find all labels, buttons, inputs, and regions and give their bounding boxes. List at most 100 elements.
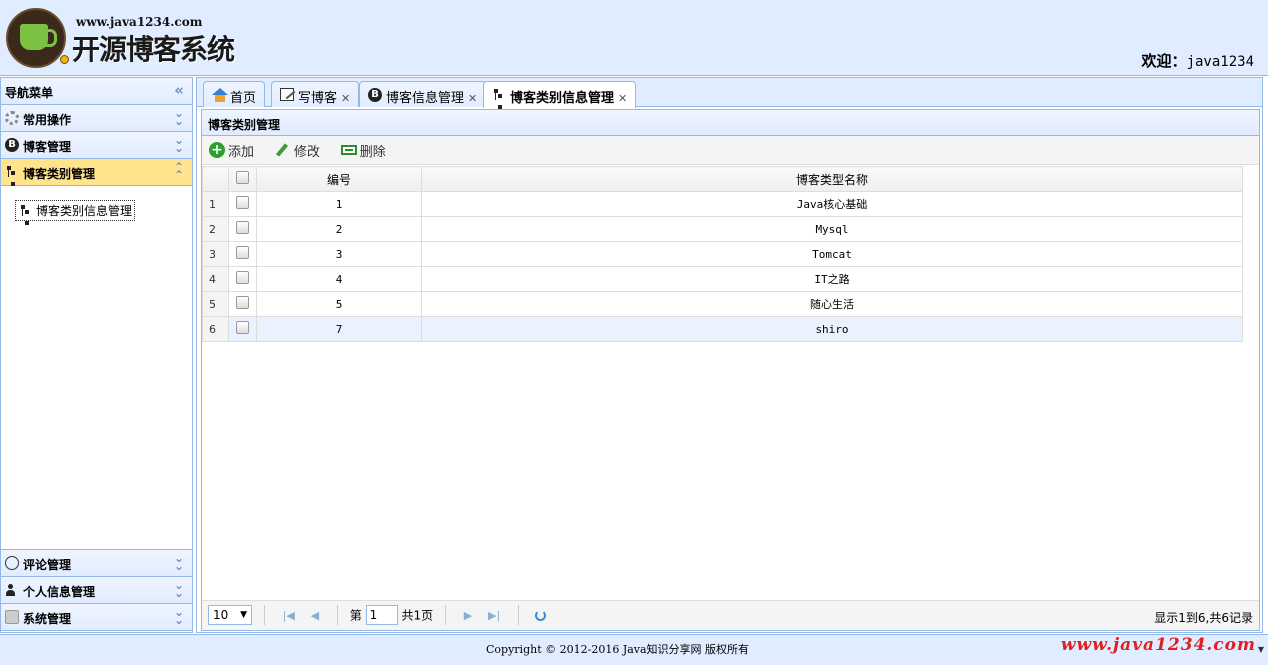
tree-icon (5, 165, 19, 186)
blogger-icon: B (5, 138, 19, 152)
nav-section-blog[interactable]: B 博客管理 ⌄ ⌄ (1, 132, 192, 159)
nav-section-label: 个人信息管理 (23, 585, 96, 599)
footer: Copyright © 2012-2016 Java知识分享网 版权所有 www… (0, 634, 1268, 665)
table-row[interactable]: 5 5 随心生活 (202, 291, 1243, 317)
separator (263, 605, 265, 625)
double-chevron-down-icon[interactable]: ⌄ ⌄ (174, 134, 184, 154)
nav-section-body: 博客类别信息管理 (1, 186, 192, 550)
delete-icon (340, 145, 357, 155)
scroll-down-arrow-icon[interactable]: ▼ (1258, 645, 1264, 654)
checkbox-icon (236, 171, 249, 184)
username: java1234 (1186, 54, 1254, 70)
rownum-header (202, 166, 229, 192)
nav-section-comment[interactable]: 评论管理 ⌄ ⌄ (1, 550, 192, 577)
row-number: 5 (202, 291, 229, 317)
tab-blog-manage[interactable]: B 博客信息管理 ✕ (359, 81, 487, 107)
coffee-cup-icon (20, 24, 57, 50)
row-checkbox[interactable] (228, 241, 257, 267)
row-checkbox[interactable] (228, 291, 257, 317)
close-icon[interactable]: ✕ (341, 92, 350, 105)
cell-id: 1 (256, 191, 422, 217)
checkbox-icon (236, 296, 249, 309)
nav-section-common[interactable]: 常用操作 ⌄ ⌄ (1, 105, 192, 132)
logo-dot (60, 55, 69, 64)
nav-section-label: 系统管理 (23, 612, 72, 626)
nav-section-label: 博客管理 (23, 140, 72, 154)
tab-blog-type-manage[interactable]: 博客类别信息管理 ✕ (483, 81, 637, 109)
close-icon[interactable]: ✕ (468, 92, 477, 105)
select-all-checkbox[interactable] (228, 166, 257, 192)
edit-button-label: 修改 (293, 145, 320, 160)
tab-label: 写博客 (298, 91, 338, 106)
tab-home[interactable]: 首页 (203, 81, 266, 107)
panel-title: 博客类别管理 (202, 110, 1259, 136)
cell-type-name: Java核心基础 (421, 191, 1243, 217)
double-chevron-down-icon[interactable]: ⌄ ⌄ (174, 552, 184, 572)
column-header-id[interactable]: 编号 (256, 166, 422, 192)
double-chevron-up-icon[interactable]: ⌃ ⌃ (174, 161, 184, 181)
column-header-name[interactable]: 博客类型名称 (421, 166, 1243, 192)
table-row[interactable]: 4 4 IT之路 (202, 266, 1243, 292)
cell-id: 5 (256, 291, 422, 317)
pagination-bar: 10 ▼ |◀ ◀ 第 1 共1页 ▶ ▶| 显示1到6,共6记录 (202, 600, 1259, 630)
pencil-icon (275, 143, 288, 157)
row-checkbox[interactable] (228, 191, 257, 217)
page-size-select[interactable]: 10 ▼ (208, 605, 252, 625)
nav-title-label: 导航菜单 (5, 86, 54, 100)
close-icon[interactable]: ✕ (618, 92, 627, 105)
separator (336, 605, 338, 625)
copyright: Copyright © 2012-2016 Java知识分享网 版权所有 (486, 643, 750, 656)
double-chevron-down-icon[interactable]: ⌄ ⌄ (174, 579, 184, 599)
nav-section-blog-type[interactable]: 博客类别管理 ⌃ ⌃ (1, 159, 192, 186)
row-number: 1 (202, 191, 229, 217)
double-chevron-down-icon[interactable]: ⌄ ⌄ (174, 107, 184, 127)
nav-section-label: 博客类别管理 (23, 167, 96, 181)
cell-id: 4 (256, 266, 422, 292)
last-page-button[interactable]: ▶| (488, 609, 500, 622)
table-row[interactable]: 6 7 shiro (202, 316, 1243, 342)
table-row[interactable]: 2 2 Mysql (202, 216, 1243, 242)
row-checkbox[interactable] (228, 216, 257, 242)
cell-type-name: IT之路 (421, 266, 1243, 292)
nav-item-blog-type-manage[interactable]: 博客类别信息管理 (15, 200, 136, 225)
table-row[interactable]: 1 1 Java核心基础 (202, 191, 1243, 217)
delete-button[interactable]: 删除 (340, 141, 386, 160)
navigation-panel: 导航菜单 « 常用操作 ⌄ ⌄ B 博客管理 ⌄ ⌄ 博客类别管理 ⌃ ⌃ 博客类别信… (0, 77, 193, 633)
double-chevron-down-icon[interactable]: ⌄ ⌄ (174, 606, 184, 626)
nav-section-label: 常用操作 (23, 113, 72, 127)
refresh-icon[interactable] (534, 609, 546, 621)
double-chevron-left-icon[interactable]: « (174, 81, 184, 99)
data-grid: 编号 博客类型名称 1 1 Java核心基础 2 2 Mysql 3 3 Tom… (202, 166, 1259, 604)
row-number: 4 (202, 266, 229, 292)
nav-section-system[interactable]: 系统管理 ⌄ ⌄ (1, 604, 192, 631)
cell-id: 3 (256, 241, 422, 267)
main-content: 首页 写博客 ✕ B 博客信息管理 ✕ 博客类别信息管理 ✕ 博客类别管理 + 添加 … (196, 77, 1263, 633)
first-page-button[interactable]: |◀ (283, 609, 295, 622)
row-number: 3 (202, 241, 229, 267)
blog-type-table: 编号 博客类型名称 1 1 Java核心基础 2 2 Mysql 3 3 Tom… (202, 166, 1243, 342)
checkbox-icon (236, 221, 249, 234)
welcome-message: 欢迎：java1234 (1142, 50, 1254, 71)
home-icon (212, 88, 228, 102)
total-pages: 共1页 (401, 608, 434, 623)
next-page-button[interactable]: ▶ (464, 609, 472, 622)
dropdown-arrow-icon: ▼ (240, 610, 247, 620)
add-button[interactable]: + 添加 (208, 141, 254, 160)
row-checkbox[interactable] (228, 316, 257, 342)
row-number: 6 (202, 316, 229, 342)
welcome-label: 欢迎： (1141, 52, 1187, 70)
watermark: www.java1234.com (1060, 635, 1256, 655)
checkbox-icon (236, 196, 249, 209)
edit-button[interactable]: 修改 (274, 141, 320, 160)
nav-section-profile[interactable]: 个人信息管理 ⌄ ⌄ (1, 577, 192, 604)
cell-type-name: Tomcat (421, 241, 1243, 267)
prev-page-button[interactable]: ◀ (311, 609, 319, 622)
tab-label: 博客类别信息管理 (510, 91, 615, 106)
table-row[interactable]: 3 3 Tomcat (202, 241, 1243, 267)
row-checkbox[interactable] (228, 266, 257, 292)
tab-write-blog[interactable]: 写博客 ✕ (271, 81, 360, 107)
separator (518, 605, 520, 625)
checkbox-icon (236, 246, 249, 259)
system-title: 开源博客系统 (72, 33, 235, 66)
page-number-input[interactable]: 1 (365, 605, 398, 625)
